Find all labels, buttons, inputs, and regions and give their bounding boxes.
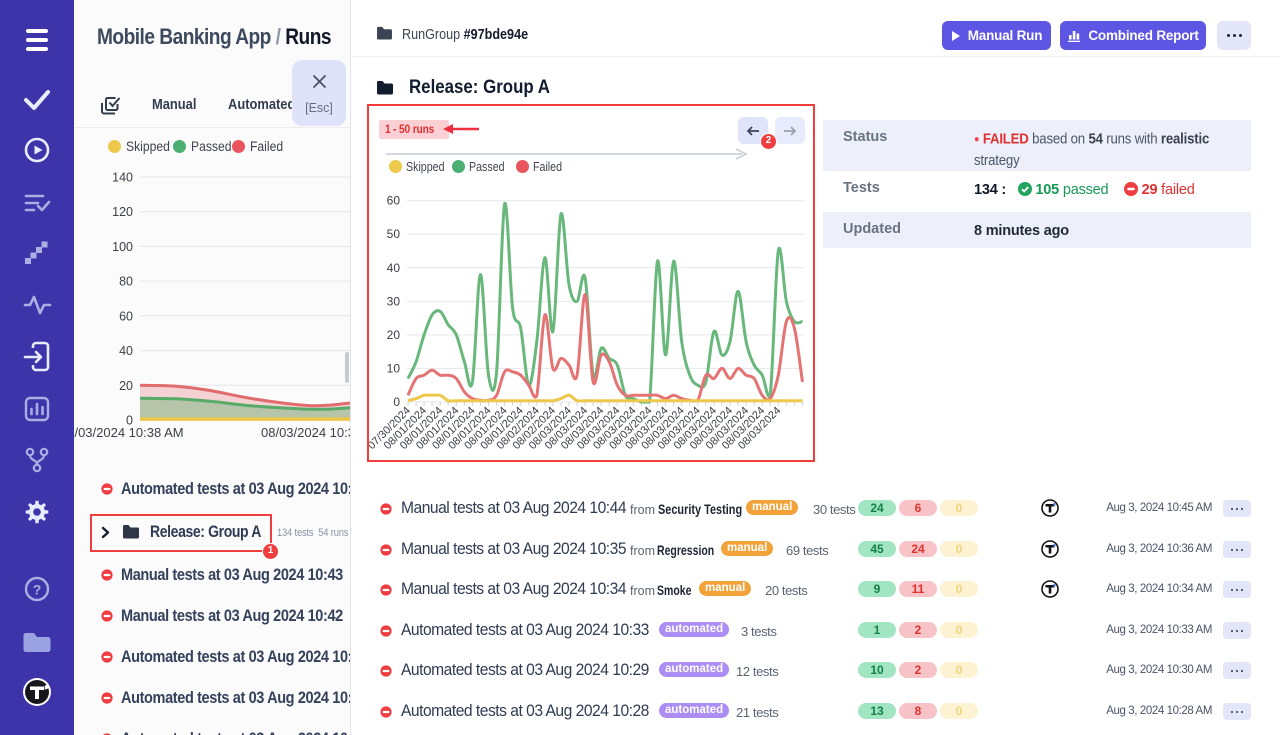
svg-text:140: 140 — [112, 171, 133, 185]
svg-text:80: 80 — [119, 275, 133, 289]
svg-text:60: 60 — [119, 309, 133, 323]
svg-text:08/03/2024 10:38 AM: 08/03/2024 10:38 AM — [74, 425, 184, 440]
svg-text:30: 30 — [387, 294, 401, 308]
svg-text:20: 20 — [119, 379, 133, 393]
svg-text:20: 20 — [387, 328, 401, 342]
svg-text:40: 40 — [119, 344, 133, 358]
svg-text:08/03/2024 10:39 AM: 08/03/2024 10:39 AM — [261, 425, 350, 440]
svg-text:40: 40 — [387, 261, 401, 275]
svg-text:50: 50 — [387, 227, 401, 241]
svg-text:0: 0 — [393, 395, 400, 409]
svg-text:100: 100 — [112, 240, 133, 254]
svg-text:120: 120 — [112, 205, 133, 219]
svg-text:?: ? — [33, 582, 42, 598]
svg-text:60: 60 — [387, 194, 401, 208]
svg-text:10: 10 — [387, 361, 401, 375]
